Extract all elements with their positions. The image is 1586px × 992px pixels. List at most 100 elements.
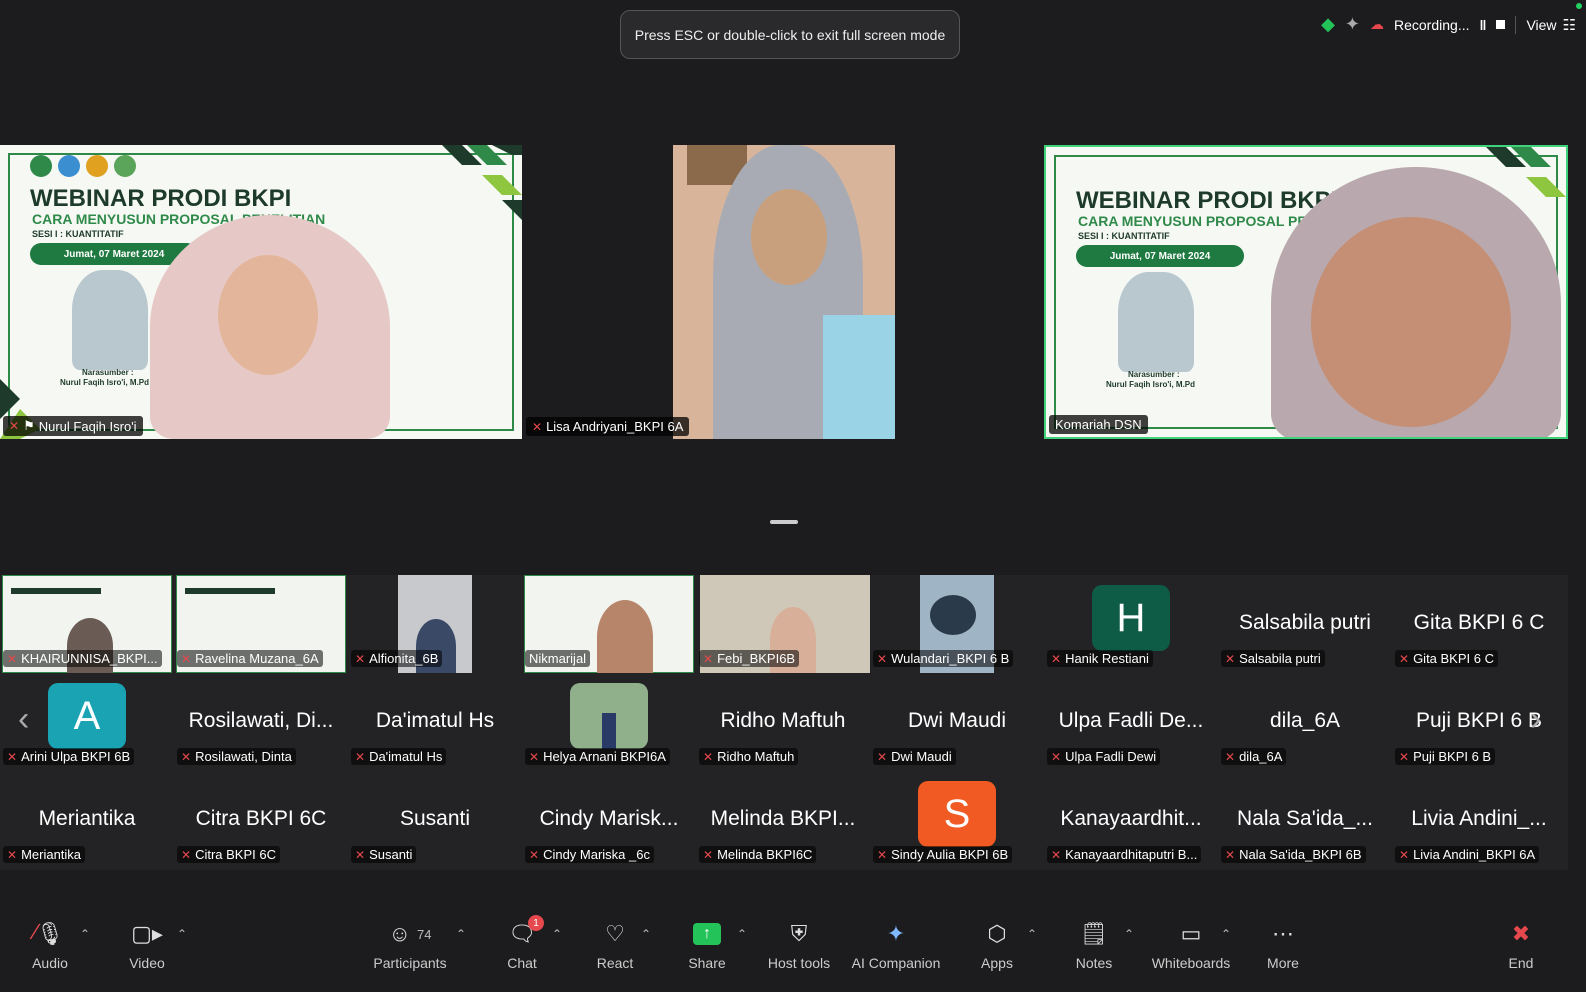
gallery-tile[interactable]: Dwi Maudi ✕ Dwi Maudi bbox=[870, 673, 1044, 771]
gallery-tile[interactable]: Nala Sa'ida_... ✕ Nala Sa'ida_BKPI 6B bbox=[1218, 771, 1392, 869]
participant-name: Nurul Faqih Isro'i bbox=[38, 418, 137, 434]
audio-label: Audio bbox=[32, 955, 68, 971]
video-tile-host[interactable]: WEBINAR PRODI BKPI CARA MENYUSUN PROPOSA… bbox=[0, 145, 522, 439]
participant-display-name: Da'imatul Hs bbox=[375, 709, 495, 732]
gallery-tile[interactable]: ✕ KHAIRUNNISA_BKPI... bbox=[0, 575, 174, 673]
share-label: Share bbox=[688, 955, 726, 971]
more-button[interactable]: ⋯ More bbox=[1238, 917, 1328, 971]
video-tile-participant[interactable]: ✕ Lisa Andriyani_BKPI 6A bbox=[523, 145, 1043, 439]
muted-mic-icon: ✕ bbox=[355, 847, 366, 862]
divider bbox=[1515, 15, 1517, 34]
end-button[interactable]: ✖ End bbox=[1476, 917, 1566, 971]
participant-avatar-image bbox=[570, 683, 648, 749]
ai-companion-button[interactable]: ✦ AI Companion bbox=[851, 917, 941, 971]
react-button[interactable]: ♡ React bbox=[570, 917, 660, 971]
end-label: End bbox=[1508, 955, 1534, 971]
view-label: View bbox=[1526, 16, 1557, 33]
participant-name-tag: ✕ KHAIRUNNISA_BKPI... bbox=[3, 650, 162, 667]
slide-thumb-title bbox=[11, 588, 101, 594]
audio-options-chevron-icon[interactable]: ⌃ bbox=[80, 927, 90, 941]
gallery-tile[interactable]: ✕ Ravelina Muzana_6A bbox=[174, 575, 348, 673]
notes-button[interactable]: 🗒 Notes bbox=[1049, 917, 1139, 971]
participant-name-tag: ✕ Wulandari_BKPI 6 B bbox=[873, 650, 1014, 667]
recording-status: Recording... bbox=[1394, 16, 1470, 33]
whiteboards-button[interactable]: ▭ Whiteboards bbox=[1146, 917, 1236, 971]
participant-name: dila_6A bbox=[1239, 749, 1283, 764]
participants-options-chevron-icon[interactable]: ⌃ bbox=[456, 927, 466, 941]
participant-display-name: Rosilawati, Di... bbox=[188, 709, 334, 732]
gallery-tile[interactable]: Livia Andini_... ✕ Livia Andini_BKPI 6A bbox=[1392, 771, 1566, 869]
participant-video bbox=[673, 145, 895, 439]
gallery-tile[interactable]: Nikmarijal bbox=[522, 575, 696, 673]
gallery-tile[interactable]: dila_6A ✕ dila_6A bbox=[1218, 673, 1392, 771]
gallery-prev-arrow-icon[interactable]: ‹ bbox=[18, 700, 29, 739]
whiteboards-options-chevron-icon[interactable]: ⌃ bbox=[1221, 927, 1231, 941]
gallery-tile[interactable]: Ulpa Fadli De... ✕ Ulpa Fadli Dewi bbox=[1044, 673, 1218, 771]
audio-button[interactable]: 🎙 ∕ Audio bbox=[5, 917, 95, 971]
shield-icon[interactable]: ◆ bbox=[1321, 14, 1335, 35]
participant-display-name: Kanayaardhit... bbox=[1060, 807, 1202, 830]
participant-avatar: H bbox=[1092, 585, 1170, 651]
muted-mic-icon: ✕ bbox=[703, 651, 714, 666]
gallery-tile[interactable]: Melinda BKPI... ✕ Melinda BKPI6C bbox=[696, 771, 870, 869]
gallery-tile[interactable]: ✕ Wulandari_BKPI 6 B bbox=[870, 575, 1044, 673]
react-options-chevron-icon[interactable]: ⌃ bbox=[641, 927, 651, 941]
shield-icon: ⛨ bbox=[790, 921, 808, 946]
gallery-tile[interactable]: Gita BKPI 6 C ✕ Gita BKPI 6 C bbox=[1392, 575, 1566, 673]
gallery-tile[interactable]: Ridho Maftuh ✕ Ridho Maftuh bbox=[696, 673, 870, 771]
participant-name-tag: ✕ Helya Arnani BKPI6A bbox=[525, 748, 670, 765]
participant-display-name: Cindy Marisk... bbox=[539, 807, 679, 830]
participant-name: Ridho Maftuh bbox=[717, 749, 795, 764]
share-options-chevron-icon[interactable]: ⌃ bbox=[737, 927, 747, 941]
resize-handle[interactable] bbox=[770, 520, 798, 524]
logo-icon bbox=[114, 155, 136, 177]
chat-button[interactable]: 🗨 1 Chat bbox=[477, 915, 567, 971]
participant-name: Komariah DSN bbox=[1055, 417, 1142, 432]
gallery-tile[interactable]: ✕ Alfionita_6B bbox=[348, 575, 522, 673]
participant-name-tag: ✕ Lisa Andriyani_BKPI 6A bbox=[526, 417, 690, 436]
face bbox=[751, 189, 827, 285]
sparkle-icon[interactable]: ✦ bbox=[1345, 14, 1360, 35]
gallery-tile[interactable]: Citra BKPI 6C ✕ Citra BKPI 6C bbox=[174, 771, 348, 869]
gallery-tile[interactable]: ✕ Febi_BKPI6B bbox=[696, 575, 870, 673]
view-button[interactable]: View ☷ bbox=[1526, 16, 1576, 34]
participants-button[interactable]: ☺ 74 Participants bbox=[365, 917, 455, 971]
apps-button[interactable]: ⬡ Apps bbox=[952, 917, 1042, 971]
participant-name: Citra BKPI 6C bbox=[195, 847, 276, 862]
whiteboard-icon: ▭ bbox=[1180, 921, 1202, 946]
host-tools-button[interactable]: ⛨ Host tools bbox=[754, 917, 844, 971]
stop-recording-icon[interactable] bbox=[1496, 20, 1506, 29]
participant-name-tag: ✕ Livia Andini_BKPI 6A bbox=[1395, 846, 1540, 863]
video-tile-active-speaker[interactable]: WEBINAR PRODI BKPI CARA MENYUSUN PROPOSA… bbox=[1044, 145, 1568, 439]
notes-options-chevron-icon[interactable]: ⌃ bbox=[1124, 927, 1134, 941]
video-camera-icon: ▢▸ bbox=[131, 921, 163, 946]
pause-recording-icon[interactable]: ‖ bbox=[1479, 17, 1486, 33]
gallery-tile[interactable]: S ✕ Sindy Aulia BKPI 6B bbox=[870, 771, 1044, 869]
gallery-tile[interactable]: Salsabila putri ✕ Salsabila putri bbox=[1218, 575, 1392, 673]
muted-mic-icon: ✕ bbox=[877, 847, 888, 862]
chat-options-chevron-icon[interactable]: ⌃ bbox=[552, 927, 562, 941]
gallery-tile[interactable]: Kanayaardhit... ✕ Kanayaardhitaputri B... bbox=[1044, 771, 1218, 869]
video-button[interactable]: ▢▸ Video bbox=[102, 917, 192, 971]
gallery-tile[interactable]: Da'imatul Hs ✕ Da'imatul Hs bbox=[348, 673, 522, 771]
gallery-tile[interactable]: Rosilawati, Di... ✕ Rosilawati, Dinta bbox=[174, 673, 348, 771]
video-options-chevron-icon[interactable]: ⌃ bbox=[177, 927, 187, 941]
apps-options-chevron-icon[interactable]: ⌃ bbox=[1027, 927, 1037, 941]
participant-name-tag: ✕ Salsabila putri bbox=[1221, 650, 1325, 667]
muted-mic-icon: ✕ bbox=[1399, 749, 1410, 764]
notes-label: Notes bbox=[1075, 955, 1113, 971]
participant-name-tag: ✕ dila_6A bbox=[1221, 748, 1287, 765]
gallery-tile[interactable]: H ✕ Hanik Restiani bbox=[1044, 575, 1218, 673]
participant-name-tag: Komariah DSN bbox=[1049, 415, 1148, 434]
gallery-tile[interactable]: Susanti ✕ Susanti bbox=[348, 771, 522, 869]
participant-name-tag: ✕ Kanayaardhitaputri B... bbox=[1047, 846, 1202, 863]
gallery-tile[interactable]: Cindy Marisk... ✕ Cindy Mariska _6c bbox=[522, 771, 696, 869]
participant-name: Cindy Mariska _6c bbox=[543, 847, 650, 862]
gallery-tile[interactable]: Meriantika ✕ Meriantika bbox=[0, 771, 174, 869]
muted-mic-icon: ✕ bbox=[7, 651, 18, 666]
gallery-next-arrow-icon[interactable]: › bbox=[1530, 700, 1541, 739]
gallery-tile[interactable]: ✕ Helya Arnani BKPI6A bbox=[522, 673, 696, 771]
share-button[interactable]: ↑ Share bbox=[662, 917, 752, 971]
participant-name: Da'imatul Hs bbox=[369, 749, 443, 764]
slide-decoration bbox=[442, 145, 522, 220]
